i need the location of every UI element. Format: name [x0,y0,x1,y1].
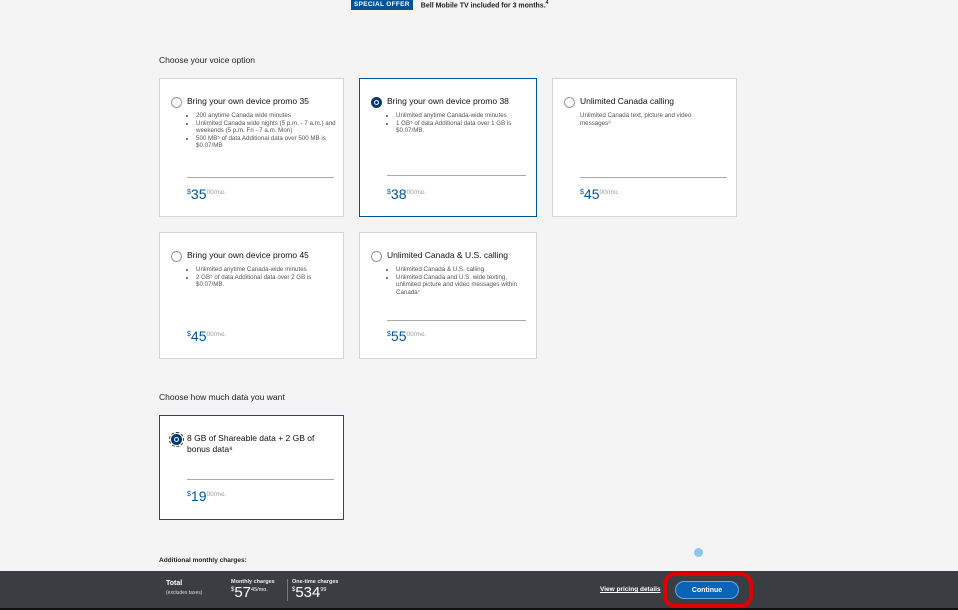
plan-feature: Unlimited anytime Canada-wide minutes [196,266,337,274]
plan-price: $35 00/mo. [187,186,227,202]
plan-feature: 2 GB⁵ of data Additional data over 2 GB … [196,274,337,289]
plan-feature: Unlimited anytime Canada-wide minutes [396,112,530,120]
voice-plan-card-promo-38[interactable]: Bring your own device promo 38 Unlimited… [359,78,537,217]
plan-features: 200 anytime Canada wide minutes Unlimite… [187,112,337,150]
divider [287,579,288,601]
divider [187,177,334,178]
divider [580,177,727,178]
plan-price: $45 00/mo. [187,328,227,344]
plan-title: Bring your own device promo 38 [387,96,509,106]
plan-description: Unlimited Canada text, picture and video… [580,112,692,127]
plan-price: $55 00/mo. [387,328,427,344]
total-sub: (excludes taxes) [166,590,203,596]
monthly-charges-value: $57 45/mo. [231,584,268,601]
plan-title: Unlimited Canada & U.S. calling [387,250,508,260]
promo-text: Bell Mobile TV included for 3 months.4 [420,0,549,10]
data-plan-radio-selected[interactable] [169,432,184,447]
view-pricing-details-link[interactable]: View pricing details [600,586,661,593]
onetime-charges-value: $534 99 [292,584,327,601]
plan-title: 8 GB of Shareable data + 2 GB of bonus d… [187,433,315,454]
voice-plan-card-unlimited-canada[interactable]: Unlimited Canada calling Unlimited Canad… [552,78,737,217]
plan-feature: Unlimited Canada & U.S. calling [396,266,530,274]
plan-feature: Unlimited Canada and U.S. wide texting, … [396,274,530,297]
divider [387,175,526,176]
plan-title: Bring your own device promo 35 [187,96,309,106]
promo-banner: SPECIAL OFFER Bell Mobile TV included fo… [351,0,548,10]
voice-plan-radio-selected[interactable] [371,97,382,108]
plan-feature: 500 MB⁵ of data Additional data over 500… [196,135,337,150]
voice-section-title: Choose your voice option [159,55,255,65]
plan-price: $45 00/mo. [580,186,620,202]
cursor-dot [694,548,703,557]
data-section-title: Choose how much data you want [159,392,285,402]
voice-plan-radio[interactable] [564,97,575,108]
divider [187,479,334,480]
plan-feature: 200 anytime Canada wide minutes [196,112,337,120]
total-label: Total [166,580,183,587]
plan-feature: 1 GB⁵ of data Additional data over 1 GB … [396,120,530,135]
voice-plan-card-promo-35[interactable]: Bring your own device promo 35 200 anyti… [159,78,344,217]
plan-features: Unlimited Canada & U.S. calling Unlimite… [387,266,530,296]
plan-features: Unlimited anytime Canada-wide minutes 2 … [187,266,337,289]
plan-price: $38 00/mo. [387,186,427,202]
plan-feature: Unlimited Canada wide nights (5 p.m. - 7… [196,120,337,135]
plan-title: Unlimited Canada calling [580,96,675,106]
data-plan-card[interactable]: 8 GB of Shareable data + 2 GB of bonus d… [159,415,344,520]
voice-plan-card-promo-45[interactable]: Bring your own device promo 45 Unlimited… [159,232,344,359]
plan-features: Unlimited anytime Canada-wide minutes 1 … [387,112,530,135]
voice-plan-card-canada-us[interactable]: Unlimited Canada & U.S. calling Unlimite… [359,232,537,359]
voice-plan-radio[interactable] [171,97,182,108]
highlight-annotation [663,572,753,608]
summary-bar: Total (excludes taxes) Monthly charges $… [0,571,958,608]
special-offer-badge: SPECIAL OFFER [351,0,413,10]
plan-title: Bring your own device promo 45 [187,250,309,260]
additional-charges-label: Additional monthly charges: [159,557,247,564]
voice-plan-radio[interactable] [371,251,382,262]
plan-price: $19 00/mo. [187,488,227,504]
voice-plan-radio[interactable] [171,251,182,262]
divider [387,320,526,321]
